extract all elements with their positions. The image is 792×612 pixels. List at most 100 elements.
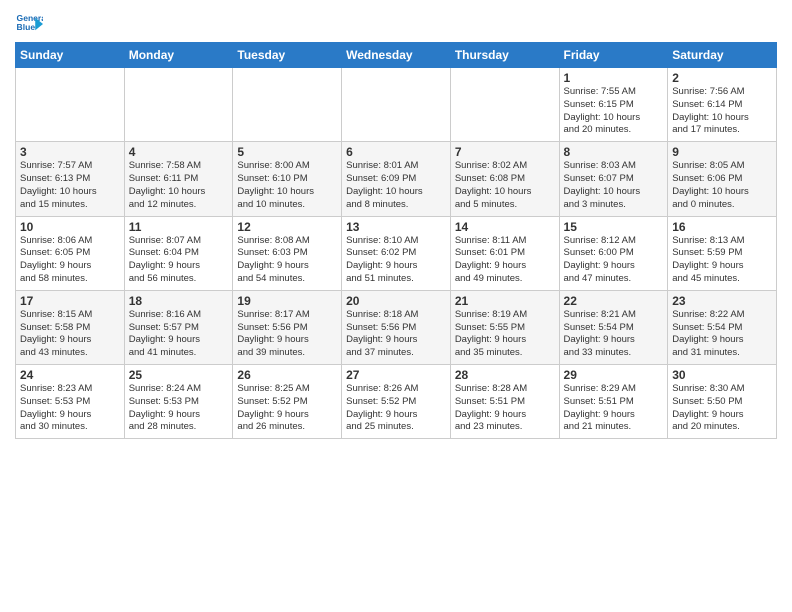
- calendar-day-cell: 3Sunrise: 7:57 AM Sunset: 6:13 PM Daylig…: [16, 142, 125, 216]
- calendar-day-cell: 22Sunrise: 8:21 AM Sunset: 5:54 PM Dayli…: [559, 290, 668, 364]
- calendar-day-cell: 12Sunrise: 8:08 AM Sunset: 6:03 PM Dayli…: [233, 216, 342, 290]
- calendar-day-cell: [342, 68, 451, 142]
- day-number: 2: [672, 71, 772, 85]
- day-number: 19: [237, 294, 337, 308]
- weekday-header: Sunday: [16, 43, 125, 68]
- calendar-day-cell: 16Sunrise: 8:13 AM Sunset: 5:59 PM Dayli…: [668, 216, 777, 290]
- calendar-day-cell: 14Sunrise: 8:11 AM Sunset: 6:01 PM Dayli…: [450, 216, 559, 290]
- calendar-day-cell: 23Sunrise: 8:22 AM Sunset: 5:54 PM Dayli…: [668, 290, 777, 364]
- day-info: Sunrise: 8:19 AM Sunset: 5:55 PM Dayligh…: [455, 309, 555, 360]
- day-number: 27: [346, 368, 446, 382]
- day-number: 15: [564, 220, 664, 234]
- calendar-day-cell: 15Sunrise: 8:12 AM Sunset: 6:00 PM Dayli…: [559, 216, 668, 290]
- weekday-header: Saturday: [668, 43, 777, 68]
- weekday-header: Monday: [124, 43, 233, 68]
- day-info: Sunrise: 7:57 AM Sunset: 6:13 PM Dayligh…: [20, 160, 120, 211]
- weekday-header-row: SundayMondayTuesdayWednesdayThursdayFrid…: [16, 43, 777, 68]
- calendar-day-cell: 8Sunrise: 8:03 AM Sunset: 6:07 PM Daylig…: [559, 142, 668, 216]
- calendar-day-cell: 30Sunrise: 8:30 AM Sunset: 5:50 PM Dayli…: [668, 365, 777, 439]
- calendar-day-cell: [16, 68, 125, 142]
- page-header: General Blue: [15, 10, 777, 38]
- calendar-day-cell: 6Sunrise: 8:01 AM Sunset: 6:09 PM Daylig…: [342, 142, 451, 216]
- day-number: 1: [564, 71, 664, 85]
- day-number: 28: [455, 368, 555, 382]
- calendar-day-cell: 13Sunrise: 8:10 AM Sunset: 6:02 PM Dayli…: [342, 216, 451, 290]
- day-info: Sunrise: 8:15 AM Sunset: 5:58 PM Dayligh…: [20, 309, 120, 360]
- day-info: Sunrise: 8:18 AM Sunset: 5:56 PM Dayligh…: [346, 309, 446, 360]
- calendar-day-cell: [450, 68, 559, 142]
- calendar-week-row: 17Sunrise: 8:15 AM Sunset: 5:58 PM Dayli…: [16, 290, 777, 364]
- calendar-week-row: 3Sunrise: 7:57 AM Sunset: 6:13 PM Daylig…: [16, 142, 777, 216]
- calendar-day-cell: 2Sunrise: 7:56 AM Sunset: 6:14 PM Daylig…: [668, 68, 777, 142]
- day-info: Sunrise: 8:07 AM Sunset: 6:04 PM Dayligh…: [129, 235, 229, 286]
- logo: General Blue: [15, 10, 45, 38]
- calendar-day-cell: 28Sunrise: 8:28 AM Sunset: 5:51 PM Dayli…: [450, 365, 559, 439]
- day-info: Sunrise: 7:55 AM Sunset: 6:15 PM Dayligh…: [564, 86, 664, 137]
- calendar-day-cell: 7Sunrise: 8:02 AM Sunset: 6:08 PM Daylig…: [450, 142, 559, 216]
- day-info: Sunrise: 8:25 AM Sunset: 5:52 PM Dayligh…: [237, 383, 337, 434]
- svg-text:Blue: Blue: [17, 22, 36, 32]
- day-number: 3: [20, 145, 120, 159]
- day-info: Sunrise: 8:22 AM Sunset: 5:54 PM Dayligh…: [672, 309, 772, 360]
- day-number: 11: [129, 220, 229, 234]
- day-number: 17: [20, 294, 120, 308]
- calendar-day-cell: 24Sunrise: 8:23 AM Sunset: 5:53 PM Dayli…: [16, 365, 125, 439]
- day-info: Sunrise: 8:16 AM Sunset: 5:57 PM Dayligh…: [129, 309, 229, 360]
- day-info: Sunrise: 8:17 AM Sunset: 5:56 PM Dayligh…: [237, 309, 337, 360]
- calendar-day-cell: 11Sunrise: 8:07 AM Sunset: 6:04 PM Dayli…: [124, 216, 233, 290]
- day-info: Sunrise: 8:13 AM Sunset: 5:59 PM Dayligh…: [672, 235, 772, 286]
- day-number: 24: [20, 368, 120, 382]
- calendar-day-cell: 27Sunrise: 8:26 AM Sunset: 5:52 PM Dayli…: [342, 365, 451, 439]
- day-info: Sunrise: 8:08 AM Sunset: 6:03 PM Dayligh…: [237, 235, 337, 286]
- day-number: 8: [564, 145, 664, 159]
- day-info: Sunrise: 8:00 AM Sunset: 6:10 PM Dayligh…: [237, 160, 337, 211]
- day-number: 23: [672, 294, 772, 308]
- day-info: Sunrise: 7:58 AM Sunset: 6:11 PM Dayligh…: [129, 160, 229, 211]
- calendar-week-row: 1Sunrise: 7:55 AM Sunset: 6:15 PM Daylig…: [16, 68, 777, 142]
- day-number: 25: [129, 368, 229, 382]
- day-number: 13: [346, 220, 446, 234]
- day-number: 26: [237, 368, 337, 382]
- calendar-day-cell: [124, 68, 233, 142]
- day-info: Sunrise: 8:28 AM Sunset: 5:51 PM Dayligh…: [455, 383, 555, 434]
- day-info: Sunrise: 8:03 AM Sunset: 6:07 PM Dayligh…: [564, 160, 664, 211]
- day-info: Sunrise: 7:56 AM Sunset: 6:14 PM Dayligh…: [672, 86, 772, 137]
- weekday-header: Tuesday: [233, 43, 342, 68]
- calendar-week-row: 24Sunrise: 8:23 AM Sunset: 5:53 PM Dayli…: [16, 365, 777, 439]
- day-number: 6: [346, 145, 446, 159]
- day-number: 10: [20, 220, 120, 234]
- weekday-header: Wednesday: [342, 43, 451, 68]
- day-number: 5: [237, 145, 337, 159]
- calendar-day-cell: 19Sunrise: 8:17 AM Sunset: 5:56 PM Dayli…: [233, 290, 342, 364]
- calendar-day-cell: 1Sunrise: 7:55 AM Sunset: 6:15 PM Daylig…: [559, 68, 668, 142]
- calendar-day-cell: 25Sunrise: 8:24 AM Sunset: 5:53 PM Dayli…: [124, 365, 233, 439]
- calendar-day-cell: 5Sunrise: 8:00 AM Sunset: 6:10 PM Daylig…: [233, 142, 342, 216]
- day-info: Sunrise: 8:24 AM Sunset: 5:53 PM Dayligh…: [129, 383, 229, 434]
- weekday-header: Friday: [559, 43, 668, 68]
- day-info: Sunrise: 8:05 AM Sunset: 6:06 PM Dayligh…: [672, 160, 772, 211]
- day-info: Sunrise: 8:23 AM Sunset: 5:53 PM Dayligh…: [20, 383, 120, 434]
- day-number: 16: [672, 220, 772, 234]
- calendar-day-cell: 4Sunrise: 7:58 AM Sunset: 6:11 PM Daylig…: [124, 142, 233, 216]
- day-number: 4: [129, 145, 229, 159]
- day-info: Sunrise: 8:21 AM Sunset: 5:54 PM Dayligh…: [564, 309, 664, 360]
- day-number: 22: [564, 294, 664, 308]
- day-info: Sunrise: 8:06 AM Sunset: 6:05 PM Dayligh…: [20, 235, 120, 286]
- day-info: Sunrise: 8:10 AM Sunset: 6:02 PM Dayligh…: [346, 235, 446, 286]
- calendar-table: SundayMondayTuesdayWednesdayThursdayFrid…: [15, 42, 777, 439]
- calendar-day-cell: 29Sunrise: 8:29 AM Sunset: 5:51 PM Dayli…: [559, 365, 668, 439]
- day-info: Sunrise: 8:11 AM Sunset: 6:01 PM Dayligh…: [455, 235, 555, 286]
- calendar-week-row: 10Sunrise: 8:06 AM Sunset: 6:05 PM Dayli…: [16, 216, 777, 290]
- day-info: Sunrise: 8:30 AM Sunset: 5:50 PM Dayligh…: [672, 383, 772, 434]
- day-number: 12: [237, 220, 337, 234]
- calendar-day-cell: 20Sunrise: 8:18 AM Sunset: 5:56 PM Dayli…: [342, 290, 451, 364]
- day-number: 18: [129, 294, 229, 308]
- calendar-day-cell: [233, 68, 342, 142]
- day-number: 9: [672, 145, 772, 159]
- day-number: 14: [455, 220, 555, 234]
- weekday-header: Thursday: [450, 43, 559, 68]
- calendar-day-cell: 26Sunrise: 8:25 AM Sunset: 5:52 PM Dayli…: [233, 365, 342, 439]
- day-number: 7: [455, 145, 555, 159]
- day-info: Sunrise: 8:02 AM Sunset: 6:08 PM Dayligh…: [455, 160, 555, 211]
- logo-icon: General Blue: [15, 10, 43, 38]
